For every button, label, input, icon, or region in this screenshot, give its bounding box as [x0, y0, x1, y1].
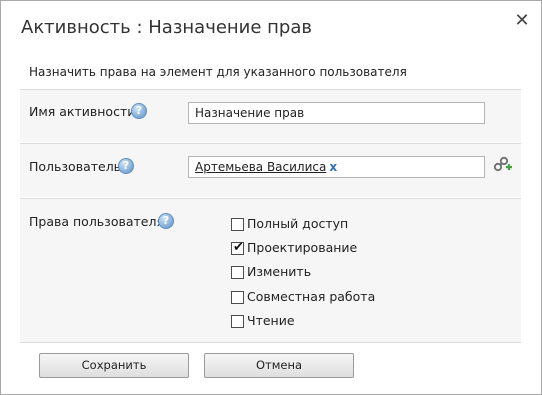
user-picker-icon[interactable]: [493, 155, 513, 175]
user-field[interactable]: Артемьева Василиса x: [188, 156, 485, 178]
assign-rights-dialog: Активность : Назначение прав ✕ Назначить…: [0, 0, 542, 395]
checkbox[interactable]: [231, 266, 244, 279]
activity-name-label: Имя активности: [29, 104, 136, 119]
checkbox[interactable]: [231, 315, 244, 328]
dialog-subtitle: Назначить права на элемент для указанног…: [29, 65, 407, 79]
divider: [20, 342, 521, 343]
checkbox-checked[interactable]: ✔: [231, 240, 244, 255]
close-icon[interactable]: ✕: [513, 11, 531, 31]
help-icon[interactable]: ?: [118, 158, 134, 174]
user-label: Пользователь: [29, 159, 122, 174]
checkbox-label: Проектирование: [247, 240, 358, 255]
checkbox[interactable]: [231, 218, 244, 231]
checkbox-label: Совместная работа: [247, 289, 376, 304]
user-rights-label: Права пользователя: [29, 214, 164, 229]
checkbox-label: Чтение: [247, 313, 295, 328]
checkmark-icon: ✔: [233, 240, 244, 255]
help-icon[interactable]: ?: [158, 213, 174, 229]
selected-user-link[interactable]: Артемьева Василиса: [195, 160, 326, 174]
checkbox[interactable]: [231, 291, 244, 304]
activity-name-field[interactable]: Назначение прав: [188, 102, 485, 124]
remove-user-icon[interactable]: x: [329, 160, 337, 174]
dialog-title: Активность : Назначение прав: [21, 17, 312, 38]
checkbox-label: Полный доступ: [247, 216, 349, 231]
help-icon[interactable]: ?: [131, 103, 147, 119]
checkbox-label: Изменить: [247, 264, 312, 279]
cancel-button[interactable]: Отмена: [204, 353, 354, 378]
save-button[interactable]: Сохранить: [39, 353, 189, 378]
